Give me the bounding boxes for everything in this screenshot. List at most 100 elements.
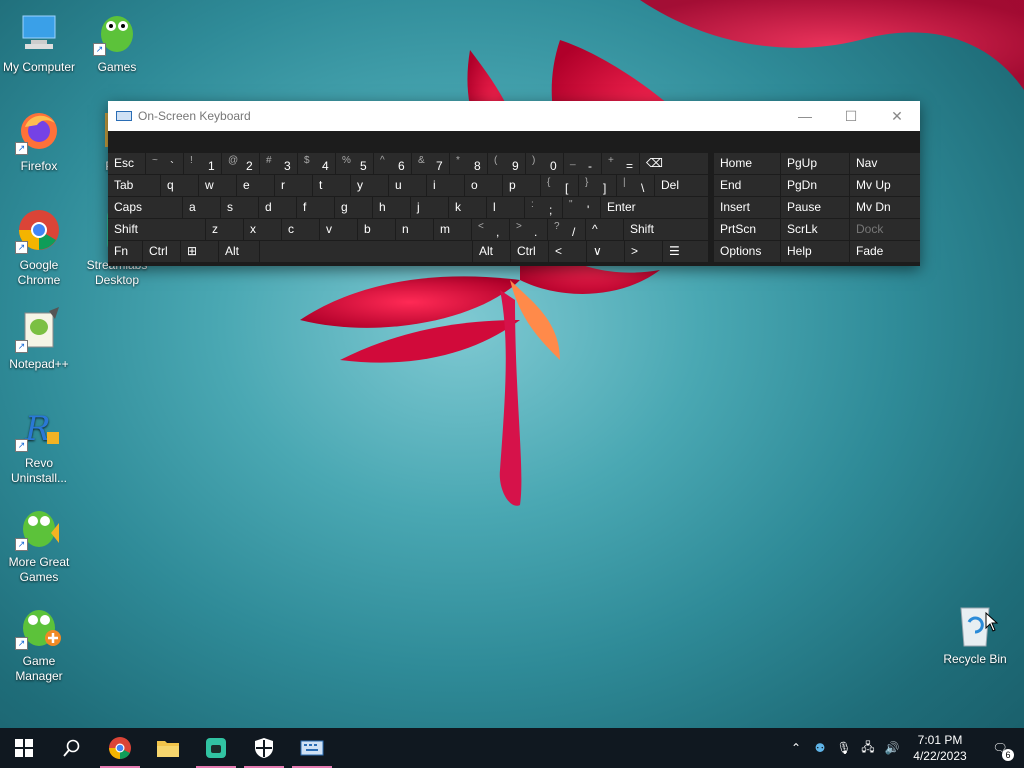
key-pgup[interactable]: PgUp [781, 153, 849, 174]
key-p[interactable]: p [503, 175, 540, 196]
key-9[interactable]: (9 [488, 153, 525, 174]
taskbar-on-screen-keyboard[interactable] [288, 728, 336, 768]
key-☰[interactable]: ☰ [663, 241, 708, 262]
key-m[interactable]: m [434, 219, 471, 240]
key-\[interactable]: | \ [617, 175, 654, 196]
taskbar-file-explorer[interactable] [144, 728, 192, 768]
key-alt[interactable]: Alt [219, 241, 259, 262]
desktop-icon-game-manager[interactable]: ↗ Game Manager [0, 602, 78, 684]
key-⌫[interactable]: ⌫ [640, 153, 708, 174]
on-screen-keyboard-window[interactable]: On-Screen Keyboard — ☐ ✕ Esc ~ `! 1 @2 #3 $4% 5… [108, 101, 920, 266]
key-pgdn[interactable]: PgDn [781, 175, 849, 196]
key-shift[interactable]: Shift [108, 219, 205, 240]
key->[interactable]: > [625, 241, 662, 262]
network-icon[interactable]: 🖧 [856, 738, 880, 759]
key-n[interactable]: n [396, 219, 433, 240]
key-mv-dn[interactable]: Mv Dn [850, 197, 920, 218]
key-fn[interactable]: Fn [108, 241, 142, 262]
key-h[interactable]: h [373, 197, 410, 218]
key-'[interactable]: " ' [563, 197, 600, 218]
desktop-icon-recycle-bin[interactable]: Recycle Bin [940, 600, 1010, 666]
key-i[interactable]: i [427, 175, 464, 196]
search-button[interactable] [48, 728, 96, 768]
key-l[interactable]: l [487, 197, 524, 218]
key-shift[interactable]: Shift [624, 219, 708, 240]
key-a[interactable]: a [183, 197, 220, 218]
key-s[interactable]: s [221, 197, 258, 218]
taskbar-streamlabs[interactable] [192, 728, 240, 768]
notification-center-button[interactable]: 🗨 6 [976, 741, 1024, 761]
key-del[interactable]: Del [655, 175, 708, 196]
key-tab[interactable]: Tab [108, 175, 160, 196]
window-titlebar[interactable]: On-Screen Keyboard — ☐ ✕ [108, 101, 920, 131]
key-f[interactable]: f [297, 197, 334, 218]
key-`[interactable]: ~ ` [146, 153, 183, 174]
key-][interactable]: }] [579, 175, 616, 196]
key-8[interactable]: * 8 [450, 153, 487, 174]
key-3[interactable]: #3 [260, 153, 297, 174]
key-y[interactable]: y [351, 175, 388, 196]
key-0[interactable]: ) 0 [526, 153, 563, 174]
key-c[interactable]: c [282, 219, 319, 240]
desktop-icon-my-computer[interactable]: My Computer [0, 8, 78, 75]
key-b[interactable]: b [358, 219, 395, 240]
key-caps[interactable]: Caps [108, 197, 182, 218]
key-end[interactable]: End [714, 175, 780, 196]
people-icon[interactable]: ⚉ [808, 741, 832, 755]
taskbar-windows-security[interactable] [240, 728, 288, 768]
key-,[interactable]: <, [472, 219, 509, 240]
start-button[interactable] [0, 728, 48, 768]
key--[interactable]: _ - [564, 153, 601, 174]
minimize-button[interactable]: — [782, 101, 828, 131]
key-.[interactable]: >. [510, 219, 547, 240]
key-help[interactable]: Help [781, 241, 849, 262]
key-ctrl[interactable]: Ctrl [511, 241, 548, 262]
desktop-icon-revo-uninstaller[interactable]: R ↗ Revo Uninstall... [0, 404, 78, 486]
key-r[interactable]: r [275, 175, 312, 196]
desktop-icon-firefox[interactable]: ↗ Firefox [0, 107, 78, 174]
clock[interactable]: 7:01 PM 4/22/2023 [904, 732, 976, 764]
microphone-icon[interactable]: 🎙 [832, 741, 856, 755]
key-k[interactable]: k [449, 197, 486, 218]
key-u[interactable]: u [389, 175, 426, 196]
key-pause[interactable]: Pause [781, 197, 849, 218]
key-5[interactable]: % 5 [336, 153, 373, 174]
desktop-icon-more-great-games[interactable]: ↗ More Great Games [0, 503, 78, 585]
key-dock[interactable]: Dock [850, 219, 920, 240]
key-7[interactable]: & 7 [412, 153, 449, 174]
key-⊞[interactable]: ⊞ [181, 241, 218, 262]
key-fade[interactable]: Fade [850, 241, 920, 262]
key-1[interactable]: ! 1 [184, 153, 221, 174]
key-v[interactable]: v [320, 219, 357, 240]
key-space[interactable] [260, 241, 472, 262]
key-t[interactable]: t [313, 175, 350, 196]
key-;[interactable]: :; [525, 197, 562, 218]
key-scrlk[interactable]: ScrLk [781, 219, 849, 240]
key-x[interactable]: x [244, 219, 281, 240]
key-g[interactable]: g [335, 197, 372, 218]
key-=[interactable]: + = [602, 153, 639, 174]
key-2[interactable]: @2 [222, 153, 259, 174]
chevron-up-icon[interactable]: ⌃ [784, 741, 808, 755]
desktop-icon-games[interactable]: ↗ Games [78, 8, 156, 75]
key-insert[interactable]: Insert [714, 197, 780, 218]
desktop-icon-notepadpp[interactable]: ↗ Notepad++ [0, 305, 78, 372]
key-ctrl[interactable]: Ctrl [143, 241, 180, 262]
key-esc[interactable]: Esc [108, 153, 145, 174]
close-button[interactable]: ✕ [874, 101, 920, 131]
key-alt[interactable]: Alt [473, 241, 510, 262]
key-home[interactable]: Home [714, 153, 780, 174]
desktop-icon-google-chrome[interactable]: ↗ Google Chrome [0, 206, 78, 288]
key-o[interactable]: o [465, 175, 502, 196]
taskbar-chrome[interactable] [96, 728, 144, 768]
key-∨[interactable]: ∨ [587, 241, 624, 262]
key-/[interactable]: ? / [548, 219, 585, 240]
key-w[interactable]: w [199, 175, 236, 196]
key-4[interactable]: $4 [298, 153, 335, 174]
key-^[interactable]: ^ [586, 219, 623, 240]
key-nav[interactable]: Nav [850, 153, 920, 174]
key-mv-up[interactable]: Mv Up [850, 175, 920, 196]
key-options[interactable]: Options [714, 241, 780, 262]
key-<[interactable]: < [549, 241, 586, 262]
key-[[interactable]: {[ [541, 175, 578, 196]
